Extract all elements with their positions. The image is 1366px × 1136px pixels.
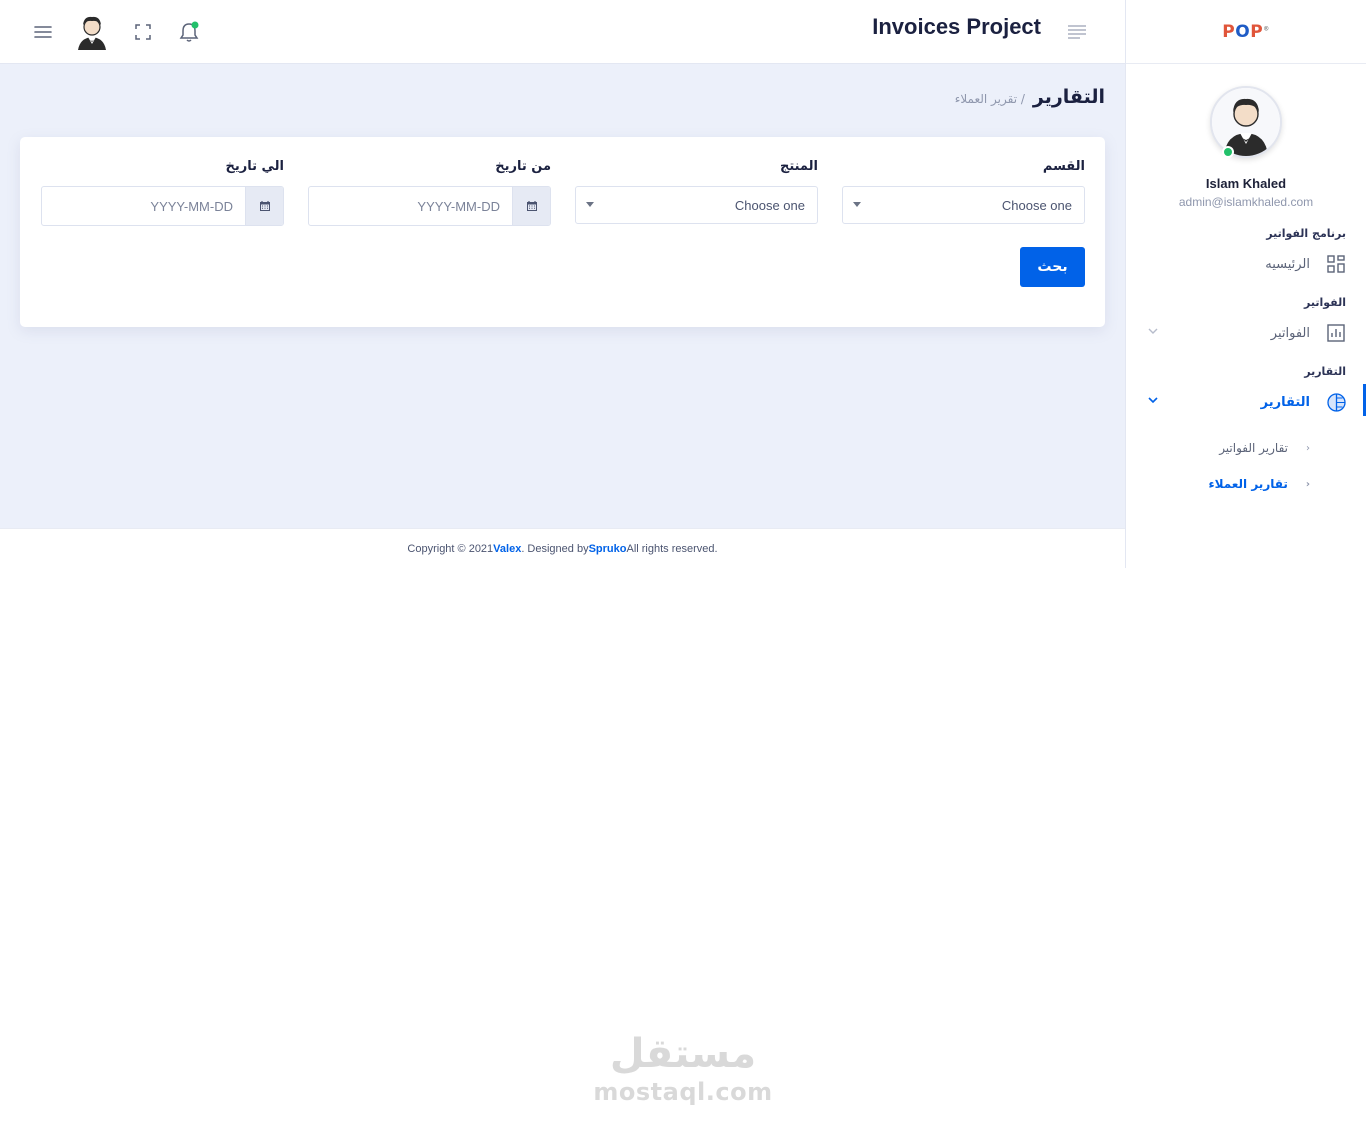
chevron-down-icon[interactable] — [1148, 394, 1158, 407]
pie-chart-icon — [1326, 392, 1346, 412]
user-avatar[interactable] — [72, 0, 112, 64]
top-header: Invoices Project — [0, 0, 1125, 64]
sidebar-item-home[interactable]: الرئيسيه — [1126, 246, 1366, 282]
sidebar-subitem-customer-reports[interactable]: ‹ تقارير العملاء — [1126, 466, 1366, 502]
section-label: القسم — [1042, 159, 1085, 174]
bar-chart-icon — [1326, 323, 1346, 343]
search-button[interactable]: بحث — [1020, 247, 1085, 287]
from-date-field: من تاريخ YYYY-MM-DD — [308, 159, 551, 226]
product-label: المنتج — [779, 159, 818, 174]
to-date-label: الي تاريخ — [225, 159, 284, 174]
from-date-placeholder: YYYY-MM-DD — [417, 198, 500, 214]
profile-avatar[interactable] — [1210, 86, 1282, 158]
menu-icon[interactable] — [28, 0, 58, 64]
page-title: التقارير — [1032, 86, 1105, 108]
dropdown-caret-icon — [586, 202, 594, 207]
product-select-value: Choose one — [734, 197, 805, 213]
online-status-dot — [1222, 146, 1234, 158]
fullscreen-icon[interactable] — [128, 0, 158, 64]
calendar-icon[interactable] — [512, 187, 550, 225]
sidebar-logo-bar: POP® — [1126, 0, 1366, 64]
sidebar-toggle-icon[interactable] — [1062, 0, 1092, 64]
footer: Copyright © 2021 Valex . Designed by Spr… — [0, 528, 1125, 568]
spruko-link[interactable]: Spruko — [589, 543, 627, 555]
section-select[interactable]: Choose one — [842, 186, 1085, 224]
copyright-suffix: All rights reserved. — [626, 542, 718, 555]
section-field: القسم Choose one — [842, 159, 1085, 224]
to-date-field: الي تاريخ YYYY-MM-DD — [41, 159, 284, 226]
subitem-label: تقارير الفواتير — [1219, 441, 1288, 455]
breadcrumb: التقارير / تقرير العملاء — [955, 86, 1105, 108]
subitem-label: تقارير العملاء — [1208, 477, 1288, 491]
sidebar-item-label: الرئيسيه — [1265, 256, 1310, 272]
brand-logo[interactable]: POP® — [1222, 22, 1269, 42]
main-content: التقارير / تقرير العملاء القسم Choose on… — [0, 64, 1125, 528]
nav-category-invoices-program: برنامج الفواتير — [1266, 227, 1346, 240]
report-filter-card: القسم Choose one المنتج Choose one من تا… — [20, 137, 1105, 327]
chevron-down-icon[interactable] — [1148, 325, 1158, 338]
calendar-icon[interactable] — [245, 187, 283, 225]
to-date-placeholder: YYYY-MM-DD — [150, 198, 233, 214]
notification-bell-icon[interactable] — [174, 0, 204, 64]
dashboard-grid-icon — [1326, 254, 1346, 274]
app-title: Invoices Project — [872, 14, 1041, 39]
copyright-prefix: Copyright © 2021 — [407, 542, 494, 555]
profile-email: admin@islamkhaled.com — [1178, 195, 1314, 209]
chevron-left-icon: ‹ — [1306, 442, 1310, 454]
section-select-value: Choose one — [1001, 197, 1072, 213]
chevron-left-icon: ‹ — [1305, 478, 1310, 490]
copyright-middle: . Designed by — [521, 542, 589, 555]
from-date-label: من تاريخ — [495, 159, 551, 174]
sidebar-item-label: الفواتير — [1270, 325, 1310, 341]
product-select[interactable]: Choose one — [575, 186, 818, 224]
sidebar: POP® Islam Khaled admin@islamkhaled.com … — [1125, 0, 1366, 568]
sidebar-subitem-invoice-reports[interactable]: ‹ تقارير الفواتير — [1126, 430, 1366, 466]
product-field: المنتج Choose one — [575, 159, 818, 224]
valex-link[interactable]: Valex — [493, 543, 521, 555]
sidebar-item-reports[interactable]: التقارير — [1126, 384, 1366, 420]
sidebar-item-invoices[interactable]: الفواتير — [1126, 315, 1366, 351]
nav-category-reports: التقارير — [1304, 365, 1346, 378]
nav-category-invoices: الفواتير — [1304, 296, 1346, 309]
watermark-arabic: مستقل — [609, 1031, 757, 1077]
from-date-input[interactable]: YYYY-MM-DD — [308, 186, 551, 226]
watermark-latin: mostaql.com — [593, 1078, 773, 1106]
dropdown-caret-icon — [853, 202, 861, 207]
profile-name: Islam Khaled — [1205, 176, 1287, 191]
sidebar-item-label: التقارير — [1260, 394, 1310, 410]
breadcrumb-current: / تقرير العملاء — [954, 92, 1025, 106]
to-date-input[interactable]: YYYY-MM-DD — [41, 186, 284, 226]
user-profile: Islam Khaled admin@islamkhaled.com — [1126, 86, 1366, 209]
watermark: مستقل mostaql.com — [590, 1030, 776, 1106]
